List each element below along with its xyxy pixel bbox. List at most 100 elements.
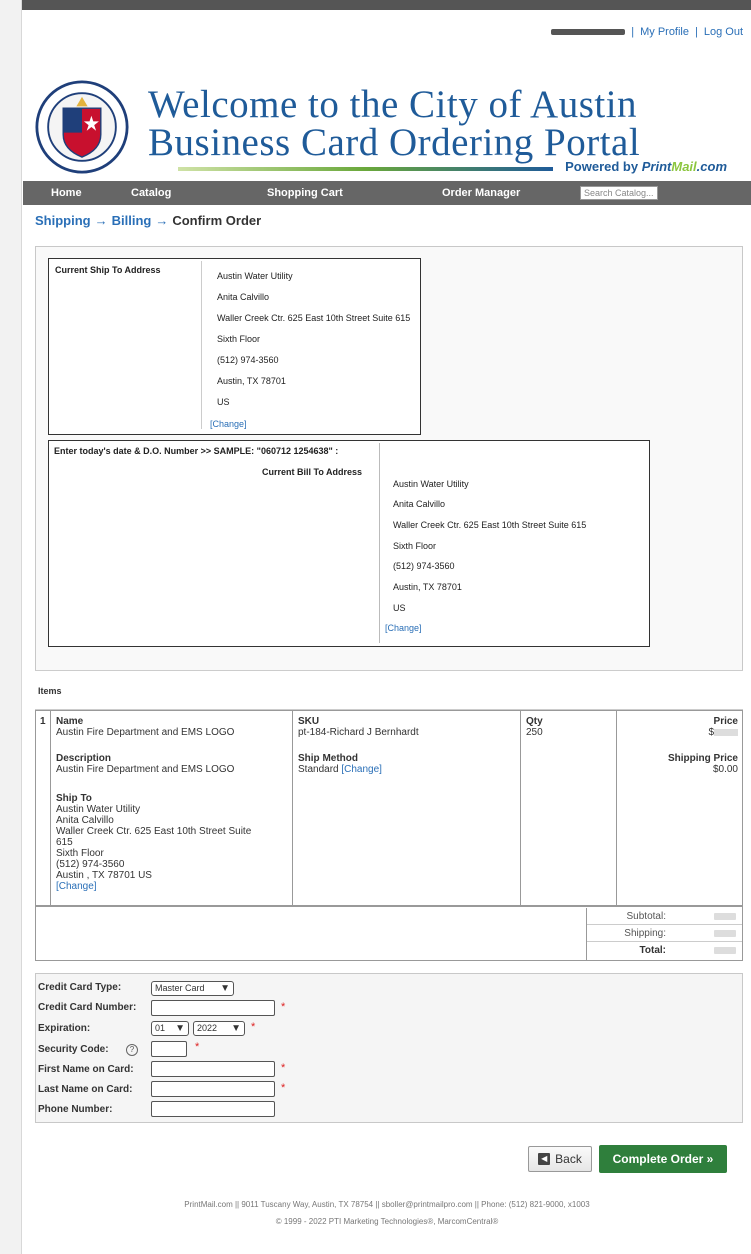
first-name-label: First Name on Card: <box>38 1064 134 1075</box>
bill-to-label: Current Bill To Address <box>262 467 363 477</box>
item-shipto-line: Waller Creek Ctr. 625 East 10th Street S… <box>56 826 252 837</box>
ship-method-value: Standard <box>298 764 339 775</box>
my-profile-link[interactable]: My Profile <box>640 26 689 38</box>
item-ship-method-label: Ship Method <box>298 753 358 764</box>
bill-to-line: Sixth Floor <box>393 541 437 551</box>
required-mark: * <box>195 1041 200 1053</box>
back-button[interactable]: ◀ Back <box>528 1146 592 1172</box>
step-confirm-order: Confirm Order <box>172 213 262 228</box>
brand-print: Print <box>641 159 672 174</box>
search-catalog-input[interactable]: Search Catalog... <box>580 186 658 200</box>
required-mark: * <box>281 1001 286 1013</box>
item-ship-price-label: Shipping Price <box>667 753 738 764</box>
item-shipto-line: (512) 974-3560 <box>56 859 125 870</box>
last-name-label: Last Name on Card: <box>38 1084 133 1095</box>
redacted-total <box>714 947 736 954</box>
total-row: Total: <box>587 942 742 959</box>
exp-month-select[interactable]: 01 ▼ <box>151 1021 189 1036</box>
complete-order-button[interactable]: Complete Order » <box>599 1145 727 1173</box>
phone-input[interactable] <box>151 1101 275 1117</box>
bill-to-change-link[interactable]: [Change] <box>385 623 422 633</box>
ship-to-line: Austin Water Utility <box>217 271 293 281</box>
phone-label: Phone Number: <box>38 1104 113 1115</box>
help-icon[interactable]: ? <box>126 1044 138 1056</box>
logout-link[interactable]: Log Out <box>704 26 743 38</box>
checkout-steps: Shipping → Billing → Confirm Order <box>35 213 261 228</box>
powered-by-prefix: Powered by <box>565 159 639 174</box>
step-arrow: → <box>94 213 108 228</box>
item-qty-label: Qty <box>526 716 543 727</box>
city-seal-logo <box>35 80 129 174</box>
cc-type-select[interactable]: Master Card ▼ <box>151 981 234 996</box>
redacted-username <box>551 29 626 35</box>
ship-to-line: (512) 974-3560 <box>217 355 279 365</box>
window-left-edge <box>0 0 22 1254</box>
nav-shopping-cart[interactable]: Shopping Cart <box>267 187 343 199</box>
bill-to-line: Waller Creek Ctr. 625 East 10th Street S… <box>393 520 587 530</box>
item-index: 1 <box>40 716 46 727</box>
expiration-label: Expiration: <box>38 1023 91 1034</box>
step-shipping[interactable]: Shipping <box>35 213 91 228</box>
shipping-label: Shipping: <box>624 928 666 939</box>
redacted-price <box>714 728 738 736</box>
item-table: 1 Name Austin Fire Department and EMS LO… <box>35 710 743 906</box>
nav-order-manager[interactable]: Order Manager <box>442 187 520 199</box>
subtotal-label: Subtotal: <box>626 911 666 922</box>
nav-home[interactable]: Home <box>51 187 82 199</box>
first-name-input[interactable] <box>151 1061 275 1077</box>
cc-number-input[interactable] <box>151 1000 275 1016</box>
item-ship-price: $0.00 <box>712 764 738 775</box>
redacted-subtotal <box>714 913 736 920</box>
item-shipto-line: Sixth Floor <box>56 848 104 859</box>
totals-grid: Subtotal: Shipping: Total: <box>586 908 742 960</box>
col-divider <box>50 711 51 905</box>
item-shipto-line: Anita Calvillo <box>56 815 114 826</box>
footer-contact: PrintMail.com || 9011 Tuscany Way, Austi… <box>184 1200 590 1209</box>
total-label: Total: <box>639 945 666 956</box>
item-sku-label: SKU <box>298 716 320 727</box>
back-button-label: Back <box>555 1152 582 1166</box>
redacted-shipping <box>714 930 736 937</box>
back-arrow-icon: ◀ <box>538 1153 551 1165</box>
col-divider <box>292 711 293 905</box>
item-sku: pt-184-Richard J Bernhardt <box>298 727 419 738</box>
security-code-label: Security Code: <box>38 1044 109 1055</box>
ship-to-box: Current Ship To Address Austin Water Uti… <box>48 258 421 435</box>
item-name: Austin Fire Department and EMS LOGO <box>56 727 235 738</box>
item-shipto-line: Austin Water Utility <box>56 804 141 815</box>
exp-year-select[interactable]: 2022 ▼ <box>193 1021 245 1036</box>
subtotal-row: Subtotal: <box>587 908 742 925</box>
ship-to-divider <box>201 261 202 429</box>
chevron-down-icon: ▼ <box>220 983 230 994</box>
step-billing[interactable]: Billing <box>112 213 152 228</box>
item-shipto-change-link[interactable]: [Change] <box>56 881 97 892</box>
item-name-label: Name <box>56 716 84 727</box>
item-ship-method: Standard [Change] <box>298 764 382 775</box>
security-code-input[interactable] <box>151 1041 187 1057</box>
ship-to-label: Current Ship To Address <box>55 265 161 275</box>
item-price-label: Price <box>713 716 738 727</box>
required-mark: * <box>281 1062 286 1074</box>
item-shipto-line: 615 <box>56 837 73 848</box>
item-shipto-label: Ship To <box>56 793 92 804</box>
exp-month-value: 01 <box>155 1023 166 1033</box>
top-links: | My Profile | Log Out <box>551 26 743 38</box>
link-separator: | <box>631 26 635 38</box>
item-qty: 250 <box>526 727 543 738</box>
bill-to-divider <box>379 443 380 643</box>
brand-mail: Mail <box>671 159 697 174</box>
bill-to-line: US <box>393 603 406 613</box>
item-desc: Austin Fire Department and EMS LOGO <box>56 764 235 775</box>
link-separator: | <box>695 26 698 38</box>
ship-method-change-link[interactable]: [Change] <box>341 764 382 775</box>
col-divider <box>520 711 521 905</box>
cc-type-value: Master Card <box>155 983 205 993</box>
chevron-down-icon: ▼ <box>231 1023 241 1034</box>
last-name-input[interactable] <box>151 1081 275 1097</box>
items-label: Items <box>38 686 62 696</box>
required-mark: * <box>251 1021 256 1033</box>
nav-catalog[interactable]: Catalog <box>131 187 171 199</box>
ship-to-change-link[interactable]: [Change] <box>210 419 247 429</box>
footer-copyright: © 1999 - 2022 PTI Marketing Technologies… <box>275 1217 499 1226</box>
item-price: $ <box>708 727 738 738</box>
